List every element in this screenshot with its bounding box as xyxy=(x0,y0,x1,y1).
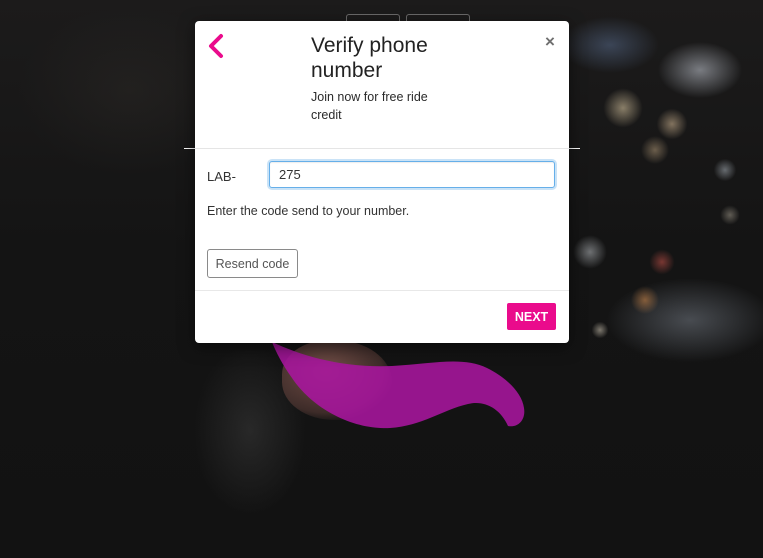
dialog-title: Verify phone number xyxy=(311,34,428,82)
next-button[interactable]: NEXT xyxy=(507,303,556,330)
resend-code-button[interactable]: Resend code xyxy=(207,249,298,278)
help-text: Enter the code send to your number. xyxy=(207,204,410,218)
footer-divider xyxy=(195,290,569,291)
pink-mustache-image xyxy=(272,342,525,429)
dialog-subtitle: Join now for free ride credit xyxy=(311,90,428,122)
close-button[interactable]: × xyxy=(543,32,557,51)
verification-code-input[interactable] xyxy=(269,161,555,188)
verify-phone-dialog: × Verify phone number Join now for free … xyxy=(195,21,569,343)
code-prefix-label: LAB- xyxy=(207,169,236,184)
back-button[interactable] xyxy=(205,33,227,59)
chevron-left-icon xyxy=(209,34,223,58)
close-icon: × xyxy=(545,32,555,51)
header-divider xyxy=(195,148,569,149)
